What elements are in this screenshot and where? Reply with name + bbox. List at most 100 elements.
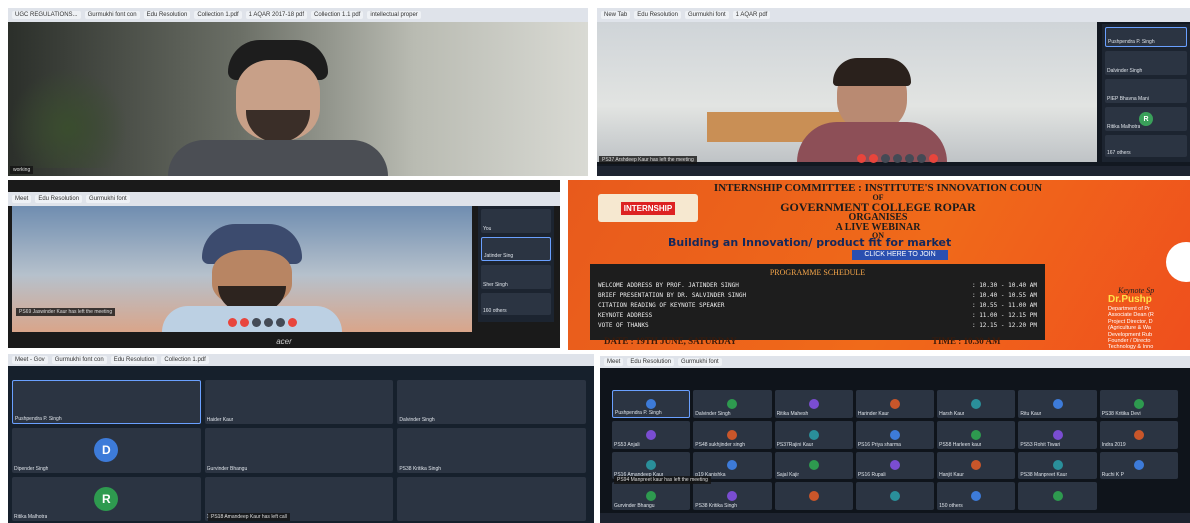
participant-name: PS38 Kritika Singh [399, 465, 442, 472]
video-panel-6: Meet Edu Resolution Gurmukhi font Pushpend… [600, 356, 1190, 523]
participant-name: PS58 Harleen kaur [939, 441, 982, 448]
participant-tile[interactable]: Harsh Kaur [937, 390, 1016, 418]
participant-tile[interactable]: Ruchi K P [1099, 451, 1178, 480]
participant-tile[interactable]: PS16 Priya sharma [855, 420, 935, 449]
participant-tile[interactable]: Pushpendra P. Singh [612, 390, 691, 418]
participant-sidebar: You Jatinder Sing Sher Singh 160 others [478, 206, 554, 322]
poster-time: TIME : 10.30 AM [932, 336, 1001, 346]
participant-tile[interactable]: PS58 Harleen kaur [937, 420, 1016, 449]
others-tile[interactable]: 160 others [481, 293, 551, 315]
participant-name: Hanjit Kaur [939, 472, 964, 479]
browser-tab[interactable]: 1 AQAR 2017-18 pdf [245, 11, 308, 19]
participant-tile[interactable]: Gurvinder Bhangu [612, 482, 691, 510]
participant-name: Indra 2019 [1101, 441, 1126, 448]
others-tile[interactable]: 167 others [1105, 135, 1187, 157]
speaker-details: Department of Pr Associate Dean (R Project… [1108, 306, 1190, 350]
captions-button[interactable] [881, 154, 890, 163]
participant-tile[interactable]: Haider Kaur [204, 380, 394, 425]
participant-tile[interactable]: PS38 Manpreet Kaur [1018, 451, 1097, 480]
participant-tile[interactable]: Jatinder Sing [481, 237, 551, 261]
participant-tile[interactable] [397, 476, 586, 521]
participant-tile[interactable]: PS53 Anjali [612, 420, 691, 449]
participant-tile[interactable]: You [481, 209, 551, 233]
speaker-video [158, 40, 398, 176]
participant-tile[interactable]: Sher Singh [481, 265, 551, 289]
participant-tile[interactable]: Harinder Kaur [855, 390, 935, 418]
end-call-button[interactable] [929, 154, 938, 163]
hand-button[interactable] [893, 154, 902, 163]
browser-tab[interactable]: Gurmukhi font con [84, 11, 140, 19]
participant-tile[interactable]: PS53 Rohit Tiwari [1018, 420, 1097, 449]
browser-tab-strip: New Tab Edu Resolution Gurmukhi font 1 AQAR… [597, 8, 1190, 22]
camera-button[interactable] [240, 318, 249, 327]
browser-tab[interactable]: Collection 1.pdf [194, 11, 242, 19]
participant-name: Ritika Malhotra [14, 513, 48, 520]
avatar [808, 460, 819, 471]
join-link[interactable]: CLICK HERE TO JOIN [852, 250, 948, 260]
browser-tab[interactable]: intellectual proper [367, 11, 421, 19]
participant-tile[interactable]: Dalvinder Singh [397, 380, 586, 425]
participant-tile[interactable]: Dalvinder Singh [1105, 51, 1187, 75]
avatar [727, 460, 738, 471]
participant-tile[interactable]: PS38 Kritika Devi [1099, 390, 1178, 418]
participant-tile[interactable] [774, 482, 853, 510]
speaker-name: Dr.Pushp [1108, 294, 1152, 305]
camera-button[interactable] [869, 154, 878, 163]
more-button[interactable] [276, 318, 285, 327]
present-button[interactable] [905, 154, 914, 163]
participant-tile[interactable]: PS48 sukhjinder singh [693, 420, 772, 449]
participant-name: PS38 Kritika Devi [1101, 410, 1141, 417]
more-button[interactable] [917, 154, 926, 163]
poster-date: DATE : 19TH JUNE, SATURDAY [604, 336, 737, 346]
participant-tile[interactable]: R Ritika Malhotra [12, 476, 201, 521]
participant-tile[interactable]: PS37Rajini Kaur [774, 420, 853, 449]
participant-name: PS37Rajini Kaur [776, 441, 814, 448]
avatar [889, 491, 900, 502]
participant-tile[interactable] [855, 482, 935, 510]
speaker-detail-line: Technology & Inno [1108, 344, 1154, 350]
end-call-button[interactable] [288, 318, 297, 327]
schedule-row: VOTE OF THANKS: 12.15 - 12.20 PM [598, 321, 1037, 329]
participant-tile[interactable]: Pushpendra P. Singh [1105, 27, 1187, 47]
participant-tile[interactable]: Ritu Kaur [1018, 390, 1097, 418]
present-button[interactable] [264, 318, 273, 327]
captions-button[interactable] [252, 318, 261, 327]
participant-tile[interactable]: Gurvinder Bhangu [204, 428, 394, 473]
participant-tile[interactable]: PS38 Kritika Singh [693, 482, 772, 510]
participant-name: PS53 Anjali [614, 441, 640, 448]
avatar: R [94, 486, 119, 511]
participant-tile[interactable]: Hanjit Kaur [937, 451, 1016, 480]
mic-button[interactable] [228, 318, 237, 327]
participant-name: Sajal Kajir [776, 472, 800, 479]
participant-tile[interactable]: Indra 2019 [1099, 420, 1178, 449]
participant-tile[interactable]: PS16 Rupali [855, 451, 935, 480]
participant-tile[interactable]: 150 others [937, 482, 1016, 510]
participant-name: Ritu Kaur [1020, 410, 1042, 417]
participant-name: Pushpendra P. Singh [15, 416, 62, 423]
participant-tile[interactable]: PIEP Bhavna Mani [1105, 79, 1187, 103]
avatar [1133, 398, 1144, 409]
avatar: R [1139, 112, 1153, 126]
avatar [971, 398, 982, 409]
participant-tile[interactable]: PS38 Kritika Singh [397, 428, 586, 473]
plant-decoration [8, 68, 128, 168]
participant-tile[interactable]: Dalvinder Singh [693, 390, 772, 418]
avatar [889, 460, 900, 471]
participant-tile[interactable]: Pushpendra P. Singh [12, 380, 201, 425]
participant-tile[interactable]: Sajal Kajir [774, 451, 853, 480]
browser-tab[interactable]: UGC REGULATIONS... [12, 11, 81, 19]
participant-tile[interactable] [1018, 482, 1097, 510]
participant-tile[interactable]: Ritika Mahesh [774, 390, 853, 418]
participant-tile[interactable]: R Ritika Malhotra [1105, 107, 1187, 131]
mic-button[interactable] [857, 154, 866, 163]
video-panel-2: New Tab Edu Resolution Gurmukhi font 1 AQAR… [597, 8, 1190, 176]
avatar [727, 491, 738, 502]
browser-tab[interactable]: Collection 1.1 pdf [311, 11, 364, 19]
avatar [889, 429, 900, 440]
schedule-row: BRIEF PRESENTATION BY DR. SALVINDER SING… [598, 291, 1037, 299]
avatar [1052, 491, 1063, 502]
browser-tab[interactable]: Edu Resolution [143, 11, 191, 19]
participant-tile[interactable]: D Dipender Singh [12, 428, 201, 473]
programme-schedule: PROGRAMME SCHEDULE WELCOME ADDRESS BY PR… [590, 264, 1045, 340]
participant-name: PS48 sukhjinder singh [695, 441, 746, 448]
